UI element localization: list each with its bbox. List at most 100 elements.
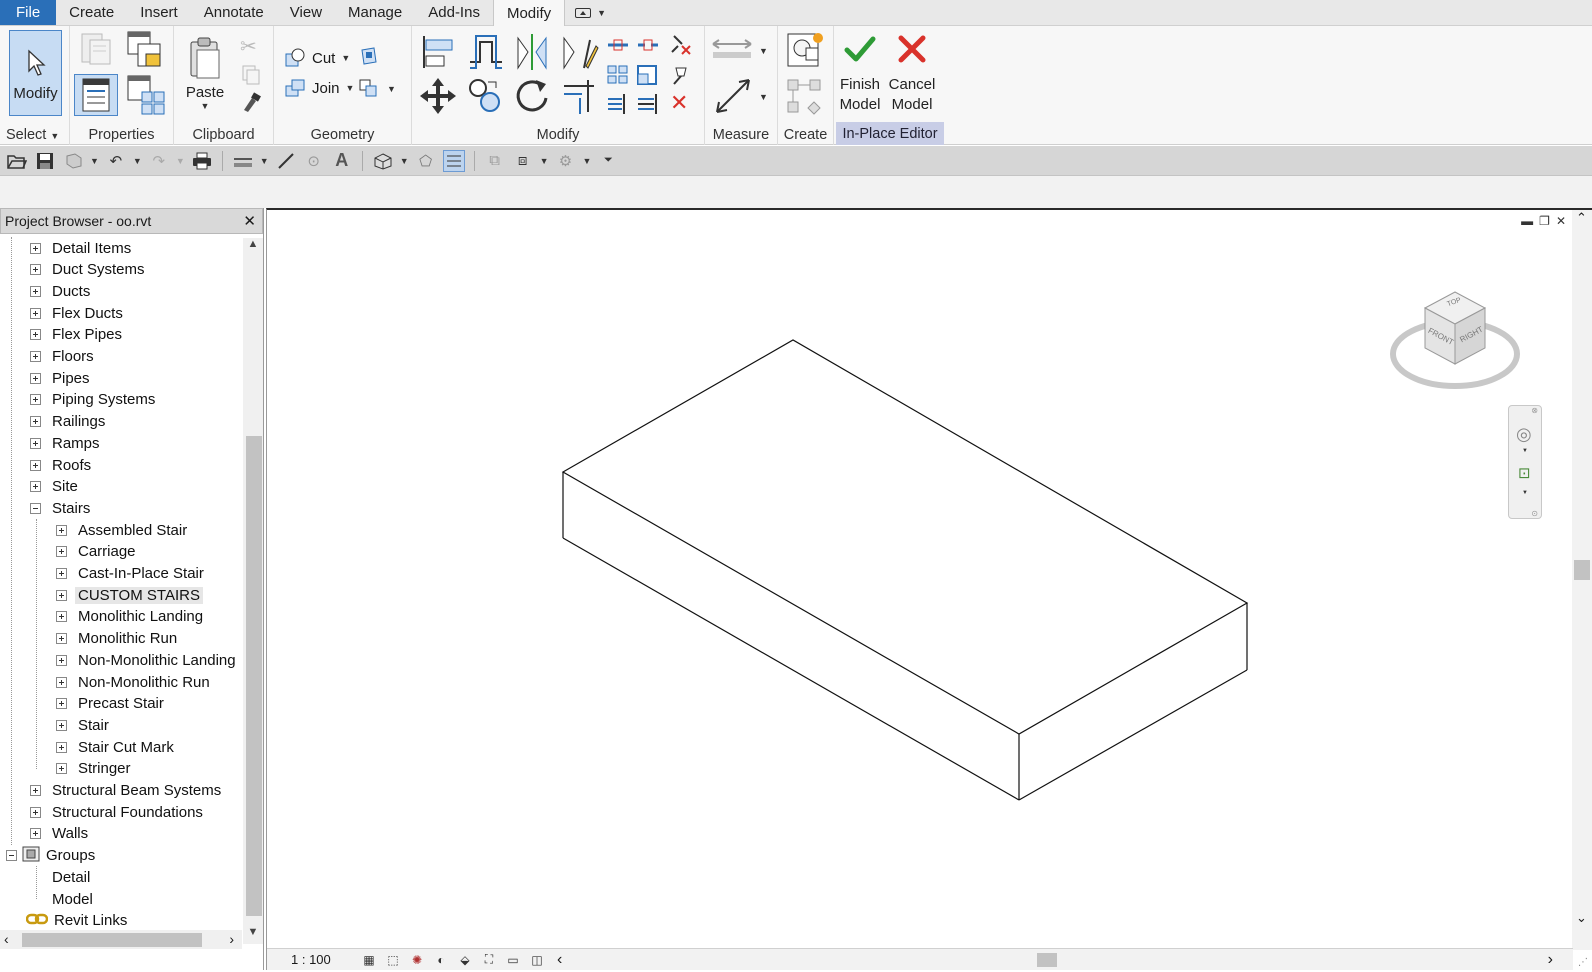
expand-icon[interactable] xyxy=(56,546,67,558)
tree-item[interactable]: Ducts xyxy=(30,280,90,302)
copy-element-icon[interactable] xyxy=(466,76,506,116)
tree-item[interactable]: Non-Monolithic Run xyxy=(56,671,210,693)
tree-item[interactable]: Non-Monolithic Landing xyxy=(56,649,236,671)
chevron-down-icon[interactable]: ▼ xyxy=(583,156,592,166)
tab-view[interactable]: View xyxy=(277,0,335,25)
close-icon[interactable]: ⊗ xyxy=(1531,406,1538,415)
split-face-icon[interactable] xyxy=(358,78,380,100)
view-scale[interactable]: 1 : 100 xyxy=(291,952,359,967)
measure-between-icon[interactable] xyxy=(711,38,753,62)
tree-item[interactable]: Detail xyxy=(30,866,90,888)
resize-grip-icon[interactable]: ⋰ xyxy=(1578,957,1588,968)
wall-joins-icon[interactable] xyxy=(358,46,380,68)
expand-icon[interactable] xyxy=(30,351,41,362)
chevron-down-icon[interactable]: ▼ xyxy=(1522,490,1528,496)
tree-item[interactable]: Cast-In-Place Stair xyxy=(56,563,204,585)
show-crop-region-icon[interactable]: ▭ xyxy=(503,952,523,968)
finish-model-button[interactable]: Finish Model xyxy=(834,30,886,118)
tree-item[interactable]: Stringer xyxy=(56,758,131,780)
tab-create[interactable]: Create xyxy=(56,0,127,25)
3d-view-window[interactable]: ▬ ❐ ✕ TOP FRONT RIGHT ⊗ ◎ ▼ ⊡ ▼ ⊙ ⌃ ⌄ 1 … xyxy=(266,208,1592,970)
expand-icon[interactable] xyxy=(30,459,41,471)
tree-item[interactable]: Structural Beam Systems xyxy=(30,780,221,802)
sync-central-icon[interactable] xyxy=(62,150,84,172)
tree-item[interactable]: Structural Foundations xyxy=(30,801,203,823)
expand-icon[interactable] xyxy=(30,437,41,449)
tree-item[interactable]: Floors xyxy=(30,346,94,368)
switch-windows-icon[interactable]: ⧈ xyxy=(512,150,534,172)
expand-icon[interactable] xyxy=(30,481,41,493)
tree-item[interactable]: Railings xyxy=(30,411,105,433)
visual-style-icon[interactable]: ⬚ xyxy=(383,952,403,968)
expand-icon[interactable] xyxy=(56,741,67,753)
tab-add-ins[interactable]: Add-Ins xyxy=(415,0,493,25)
zoom-region-icon[interactable]: ⊡ xyxy=(1518,464,1531,482)
tree-item[interactable]: Piping Systems xyxy=(30,389,155,411)
mirror-pick-axis-icon[interactable] xyxy=(512,32,552,72)
expand-icon[interactable] xyxy=(30,394,41,406)
unpin-icon[interactable] xyxy=(668,32,692,56)
detail-level-icon[interactable]: ▦ xyxy=(359,952,379,968)
tree-item[interactable]: Monolithic Run xyxy=(56,628,177,650)
scroll-down-arrow[interactable]: ▼ xyxy=(243,926,263,944)
tree-item[interactable]: Flex Ducts xyxy=(30,302,123,324)
close-icon[interactable]: ✕ xyxy=(243,212,256,230)
array-icon[interactable] xyxy=(606,64,630,86)
view-vertical-scrollbar[interactable]: ⌃ ⌄ xyxy=(1572,210,1592,950)
expand-icon[interactable] xyxy=(30,372,41,384)
thin-lines-icon[interactable] xyxy=(442,149,465,172)
scroll-thumb[interactable] xyxy=(1037,953,1057,967)
chevron-down-icon[interactable]: ▼ xyxy=(387,84,396,94)
join-geometry-button[interactable]: Join ▼ xyxy=(284,78,354,98)
extend-multiple-icon[interactable] xyxy=(636,92,660,116)
tree-item[interactable]: Detail Items xyxy=(30,237,131,259)
cancel-model-button[interactable]: Cancel Model xyxy=(886,30,938,118)
aligned-dimension-icon[interactable] xyxy=(713,76,753,116)
scroll-thumb[interactable] xyxy=(246,436,262,916)
shadows-icon[interactable]: ◐ xyxy=(431,952,451,968)
options-icon[interactable]: ⊙ xyxy=(1531,509,1538,518)
tree-item[interactable]: Assembled Stair xyxy=(56,519,187,541)
cut-geometry-button[interactable]: Cut ▼ xyxy=(284,48,350,68)
sun-path-icon[interactable]: ✺ xyxy=(407,952,427,968)
tree-item[interactable]: CUSTOM STAIRS xyxy=(56,584,203,606)
scroll-left-arrow[interactable]: ‹ xyxy=(4,931,9,947)
ribbon-display-toggle[interactable]: ▼ xyxy=(565,0,616,25)
tag-icon[interactable]: ⊙ xyxy=(303,150,325,172)
type-selector-icon[interactable] xyxy=(124,74,166,116)
expand-icon[interactable] xyxy=(56,676,67,688)
expand-icon[interactable] xyxy=(30,307,41,319)
settings-icon[interactable]: ⚙ xyxy=(555,150,577,172)
panel-select-label[interactable]: Select ▼ xyxy=(0,127,69,143)
chevron-down-icon[interactable]: ▼ xyxy=(540,156,549,166)
scroll-thumb[interactable] xyxy=(22,933,202,947)
expand-icon[interactable] xyxy=(56,654,67,666)
close-hidden-windows-icon[interactable]: ⧉ xyxy=(484,150,506,172)
steering-wheel-icon[interactable]: ◎ xyxy=(1516,424,1532,445)
save-icon[interactable] xyxy=(34,150,56,172)
match-properties-icon[interactable] xyxy=(240,92,262,114)
tree-item[interactable]: Stair Cut Mark xyxy=(56,736,174,758)
tree-item[interactable]: Carriage xyxy=(56,541,136,563)
expand-icon[interactable] xyxy=(30,416,41,428)
expand-icon[interactable] xyxy=(56,763,67,775)
browser-horizontal-scrollbar[interactable]: ‹ › xyxy=(0,930,242,949)
tree-item[interactable]: Roofs xyxy=(30,454,91,476)
tab-modify[interactable]: Modify xyxy=(492,0,566,26)
tab-file[interactable]: File xyxy=(0,0,57,25)
modify-button[interactable]: Modify xyxy=(9,30,62,116)
section-icon[interactable]: ⬠ xyxy=(415,150,437,172)
tree-item[interactable]: Revit Links xyxy=(6,910,127,932)
measure-icon[interactable] xyxy=(232,150,254,172)
delete-icon[interactable]: ✕ xyxy=(670,90,688,116)
temporary-hide-icon[interactable]: ◫ xyxy=(527,952,547,968)
trim-multiple-icon[interactable] xyxy=(606,92,630,116)
expand-icon[interactable] xyxy=(56,633,67,645)
crop-view-icon[interactable]: ⛶ xyxy=(479,952,499,968)
trim-extend-icon[interactable] xyxy=(560,76,600,116)
family-category-icon[interactable] xyxy=(124,30,164,70)
split-with-gap-icon[interactable] xyxy=(636,34,660,56)
offset-icon[interactable] xyxy=(466,32,506,72)
expand-icon[interactable] xyxy=(56,719,67,731)
rotate-icon[interactable] xyxy=(512,76,552,116)
